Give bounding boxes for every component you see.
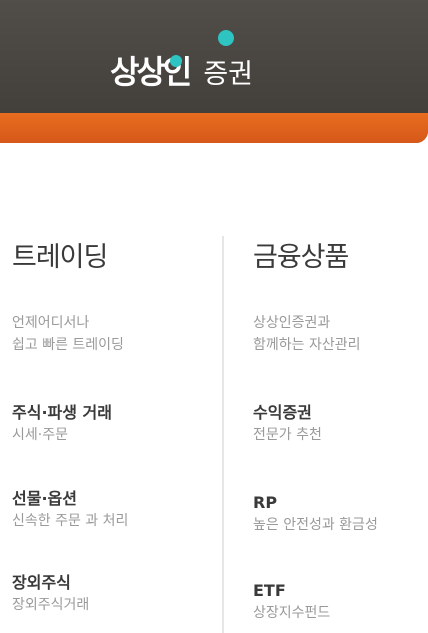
- products-title: 금융상품: [253, 242, 349, 273]
- menu-item-title: 주식·파생 거래: [12, 403, 112, 422]
- menu-item-beneficiary-certificates[interactable]: 수익증권 전문가 추천: [253, 402, 322, 446]
- menu-item-subtitle: 높은 안전성과 환금성: [253, 517, 378, 533]
- logo-dot-top: [218, 30, 234, 46]
- trading-intro-line-1: 언제어디서나: [12, 315, 90, 331]
- products-intro-line-1: 상상인증권과: [253, 315, 331, 331]
- trading-intro: 언제어디서나 쉽고 빠른 트레이딩: [12, 312, 124, 356]
- menu-item-subtitle: 전문가 추천: [253, 427, 322, 443]
- menu-item-title: ETF: [253, 581, 286, 600]
- menu-item-title: 선물·옵션: [12, 489, 77, 508]
- menu-item-otc-stocks[interactable]: 장외주식 장외주식거래: [12, 572, 89, 616]
- trading-section: 트레이딩 언제어디서나 쉽고 빠른 트레이딩 주식·파생 거래 시세·주문 선물…: [12, 238, 212, 613]
- column-divider: [222, 236, 224, 633]
- products-intro: 상상인증권과 함께하는 자산관리: [253, 312, 361, 356]
- menu-item-futures-options[interactable]: 선물·옵션 신속한 주문 과 처리: [12, 488, 128, 532]
- menu-item-etf[interactable]: ETF 상장지수펀드: [253, 580, 330, 624]
- menu-item-title: RP: [253, 493, 278, 512]
- menu-item-title: 수익증권: [253, 403, 312, 422]
- menu-item-subtitle: 시세·주문: [12, 427, 68, 443]
- logo-dot-mid: [170, 55, 182, 67]
- menu-item-subtitle: 상장지수펀드: [253, 605, 331, 621]
- company-logo[interactable]: 상상인 증권: [110, 30, 254, 90]
- menu-item-stock-derivatives[interactable]: 주식·파생 거래 시세·주문: [12, 402, 112, 446]
- trading-title: 트레이딩: [12, 242, 108, 273]
- menu-item-subtitle: 신속한 주문 과 처리: [12, 513, 129, 529]
- menu-item-rp[interactable]: RP 높은 안전성과 환금성: [253, 492, 378, 536]
- menu-item-subtitle: 장외주식거래: [12, 597, 90, 613]
- trading-intro-line-2: 쉽고 빠른 트레이딩: [12, 337, 124, 353]
- header-accent-bar: [0, 113, 428, 143]
- menu-item-title: 장외주식: [12, 573, 71, 592]
- app-header: 상상인 증권: [0, 0, 428, 143]
- products-section: 금융상품 상상인증권과 함께하는 자산관리 수익증권 전문가 추천 RP 높은 …: [253, 238, 423, 621]
- logo-brand-text: 증권: [203, 59, 254, 90]
- products-intro-line-2: 함께하는 자산관리: [253, 337, 361, 353]
